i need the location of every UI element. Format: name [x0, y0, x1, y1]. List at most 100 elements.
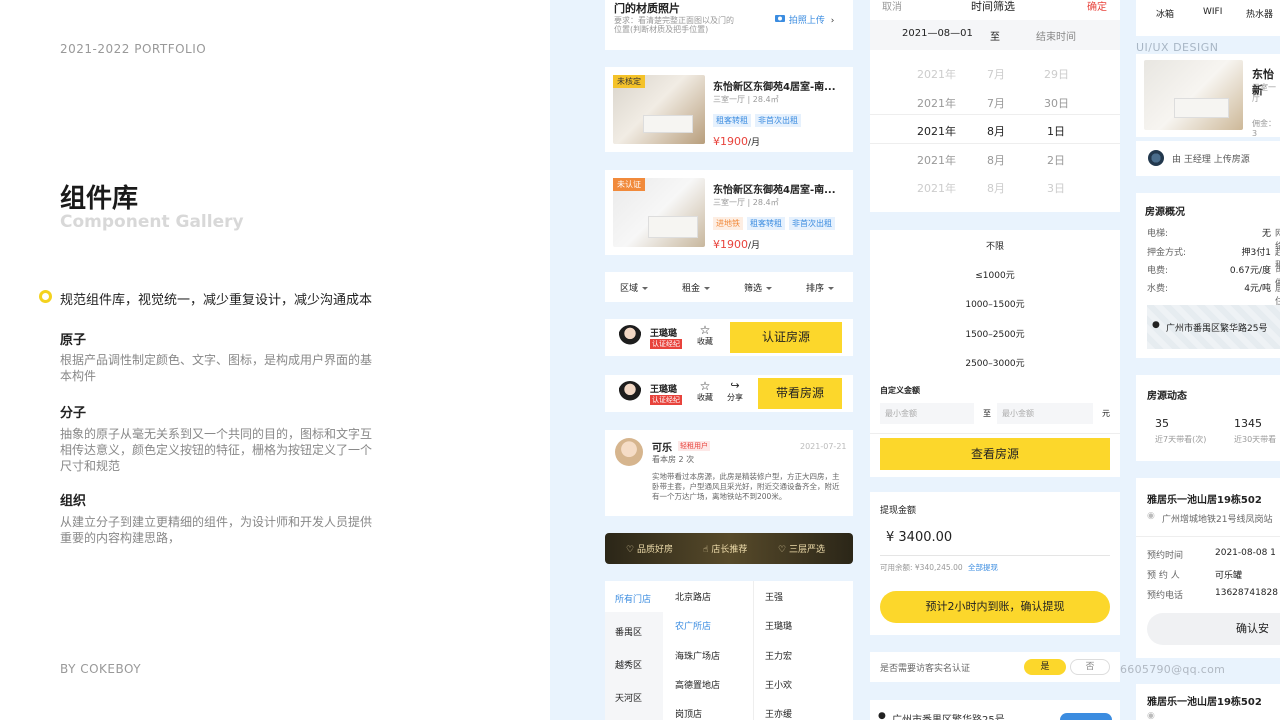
- filter-sort[interactable]: 排序: [806, 281, 835, 294]
- price-option[interactable]: 1000–1500元: [870, 297, 1120, 310]
- shop-item[interactable]: 北京路店: [675, 590, 711, 603]
- overview-card: 房源概况 电梯: 无 网络 押金方式: 押3付1 起租 电费: 0.67元/度 …: [1136, 193, 1280, 358]
- picker-day[interactable]: 29日: [1044, 66, 1069, 82]
- district-item[interactable]: 天河区: [615, 691, 642, 704]
- filter-area[interactable]: 区域: [620, 281, 649, 294]
- banner-item[interactable]: ♡ 三层严选: [778, 542, 825, 555]
- navigate-button[interactable]: [1060, 713, 1112, 720]
- person-item[interactable]: 王力宏: [765, 649, 792, 662]
- uploader-text: 由 王经理 上传房源: [1172, 155, 1250, 165]
- shop-item[interactable]: 高德置地店: [675, 678, 720, 691]
- person-item[interactable]: 王小欢: [765, 678, 792, 691]
- picker-year[interactable]: 2021年: [917, 66, 956, 82]
- confirm-button[interactable]: 确定: [1087, 0, 1107, 13]
- agent-badge: 认证经纪: [650, 395, 682, 405]
- cancel-button[interactable]: 取消: [882, 0, 902, 13]
- avatar: [615, 438, 643, 466]
- listing-tag: 租客转租: [747, 217, 785, 230]
- confirm-withdraw-button[interactable]: 预计2小时内到账，确认提现: [880, 591, 1110, 623]
- person-item[interactable]: 王亦缓: [765, 707, 792, 720]
- withdraw-amount[interactable]: ¥ 3400.00: [886, 530, 952, 545]
- picker-day[interactable]: 2日: [1047, 152, 1065, 168]
- district-item[interactable]: 番禺区: [615, 625, 642, 638]
- viewing-button[interactable]: 带看房源: [758, 378, 842, 409]
- price-option[interactable]: 不限: [870, 239, 1120, 252]
- store-picker: 所有门店 番禺区 越秀区 天河区 北京路店 农广所店 海珠广场店 高德置地店 岗…: [605, 581, 853, 720]
- listing-price-unit: /月: [748, 241, 761, 251]
- watermark-text: UI/UX DESIGN: [1136, 41, 1219, 54]
- listing-card[interactable]: 东怡新 三室一厅 佣金：3: [1136, 54, 1280, 138]
- room-photo: [1144, 60, 1243, 130]
- agent-bar: 王璐璐 认证经纪 ☆ 收藏 认证房源: [605, 319, 853, 356]
- price-filter: 不限 ≤1000元 1000–1500元 1500–2500元 2500–300…: [870, 230, 1120, 477]
- min-amount-input[interactable]: 最小金额: [880, 403, 974, 424]
- picker-year[interactable]: 2021年: [917, 180, 956, 196]
- picker-day[interactable]: 30日: [1044, 95, 1069, 111]
- camera-icon: [775, 15, 785, 22]
- picker-month[interactable]: 8月: [987, 123, 1005, 139]
- start-date[interactable]: 2021—08—01: [902, 28, 973, 39]
- withdraw-all-link[interactable]: 全部提现: [968, 562, 998, 573]
- banner-item[interactable]: ☝ 店长推荐: [703, 542, 747, 555]
- upload-button[interactable]: 拍照上传 ›: [774, 13, 834, 26]
- verify-yes-option[interactable]: 是: [1024, 659, 1066, 675]
- end-date[interactable]: 结束时间: [1036, 28, 1076, 43]
- listing-price-unit: /月: [748, 138, 761, 148]
- section-organism-heading: 组织: [60, 494, 87, 509]
- section-molecule-text: 抽象的原子从毫无关系到又一个共同的目的，图标和文字互相传达意义，颜色定义按钮的特…: [60, 427, 373, 473]
- picker-month[interactable]: 8月: [987, 152, 1005, 168]
- booking-key: 预约时间: [1147, 551, 1184, 561]
- listing-price-row: ¥1900/月: [713, 233, 760, 252]
- person-item[interactable]: 王强: [765, 590, 783, 603]
- booking-card-peek: 雅居乐一池山居19栋502 ◉: [1136, 684, 1280, 720]
- section-atom-heading: 原子: [60, 333, 87, 348]
- review-card: 可乐 轻租用户 2021-07-21 看本房 2 次 实地带看过本房源，此房是精…: [605, 430, 853, 516]
- picker-month[interactable]: 8月: [987, 180, 1005, 196]
- shop-item[interactable]: 农广所店: [675, 619, 711, 632]
- price-option[interactable]: ≤1000元: [870, 268, 1120, 281]
- price-option[interactable]: 1500–2500元: [870, 327, 1120, 340]
- picker-day[interactable]: 1日: [1047, 123, 1065, 139]
- district-item[interactable]: 所有门店: [615, 592, 651, 605]
- agent-badge: 认证经纪: [650, 339, 682, 349]
- person-item[interactable]: 王璐璐: [765, 619, 792, 632]
- picker-month[interactable]: 7月: [987, 95, 1005, 111]
- shop-item[interactable]: 海珠广场店: [675, 649, 720, 662]
- picker-day[interactable]: 3日: [1047, 180, 1065, 196]
- lead-text: 规范组件库，视觉统一，减少重复设计，减少沟通成本: [60, 293, 373, 308]
- favorite-button[interactable]: ☆ 收藏: [697, 324, 713, 347]
- favorite-button[interactable]: ☆ 收藏: [697, 380, 713, 403]
- location-pin-icon: ●: [1152, 320, 1160, 330]
- verify-no-option[interactable]: 否: [1070, 659, 1110, 675]
- picker-year[interactable]: 2021年: [917, 152, 956, 168]
- favorite-label: 收藏: [697, 393, 713, 402]
- listing-card[interactable]: 未认证 东怡新区东御苑4居室-南... 三室一厅 | 28.4㎡ 进地铁 租客转租…: [605, 170, 853, 255]
- overview-key: 水费:: [1147, 284, 1169, 294]
- listing-commission: 佣金：3: [1252, 119, 1276, 138]
- share-button[interactable]: ↪ 分享: [727, 380, 743, 403]
- overview-title: 房源概况: [1145, 207, 1185, 218]
- listing-card[interactable]: 未核定 东怡新区东御苑4居室-南... 三室一厅 | 28.4㎡ 租客转租 非首次…: [605, 67, 853, 152]
- picker-year[interactable]: 2021年: [917, 95, 956, 111]
- banner-item[interactable]: ♡ 品质好房: [626, 542, 673, 555]
- overview-address: 广州市番禺区繁华路25号: [1166, 324, 1268, 334]
- shop-item[interactable]: 岗顶店: [675, 707, 702, 720]
- view-listings-button[interactable]: 查看房源: [880, 438, 1110, 470]
- filter-more[interactable]: 筛选: [744, 281, 773, 294]
- picker-year[interactable]: 2021年: [917, 123, 956, 139]
- district-item[interactable]: 越秀区: [615, 658, 642, 671]
- price-option[interactable]: 2500–3000元: [870, 356, 1120, 369]
- overview-value: 押3付1: [1241, 248, 1271, 258]
- max-amount-input[interactable]: 最小金额: [997, 403, 1093, 424]
- page-title: 组件库: [60, 184, 139, 214]
- confirm-booking-button[interactable]: 确认安: [1147, 613, 1280, 645]
- promo-banner: ♡ 品质好房 ☝ 店长推荐 ♡ 三层严选: [605, 533, 853, 564]
- listing-tag: 非首次出租: [755, 114, 801, 127]
- filter-label: 排序: [806, 284, 825, 294]
- picker-month[interactable]: 7月: [987, 66, 1005, 82]
- reviewer-tag: 轻租用户: [678, 441, 710, 451]
- share-icon: ↪: [730, 379, 740, 392]
- filter-rent[interactable]: 租金: [682, 281, 711, 294]
- verify-listing-button[interactable]: 认证房源: [730, 322, 842, 353]
- stat-label: 近7天带看(次): [1155, 435, 1207, 444]
